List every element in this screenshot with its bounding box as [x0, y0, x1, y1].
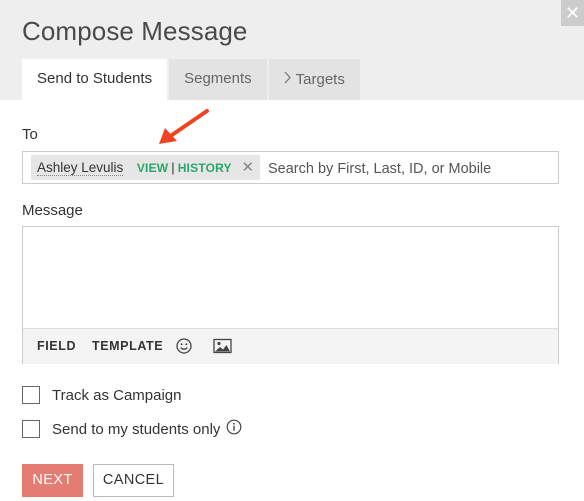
- recipient-name: Ashley Levulis: [37, 160, 124, 176]
- view-link[interactable]: VIEW: [137, 161, 168, 175]
- track-campaign-label: Track as Campaign: [52, 386, 182, 404]
- emoji-icon[interactable]: [176, 338, 192, 359]
- recipient-chip: Ashley Levulis VIEW | HISTORY ✕: [31, 155, 261, 180]
- field-button[interactable]: FIELD: [37, 329, 76, 364]
- tab-targets[interactable]: Targets: [268, 59, 360, 100]
- track-campaign-checkbox[interactable]: [22, 386, 40, 404]
- message-textarea[interactable]: [23, 227, 558, 327]
- annotation-arrow: [159, 109, 209, 144]
- dialog-title: Compose Message: [22, 16, 248, 46]
- template-button[interactable]: TEMPLATE: [92, 329, 163, 364]
- recipient-search-input[interactable]: [266, 154, 555, 183]
- remove-recipient-icon[interactable]: ✕: [242, 159, 255, 176]
- close-icon[interactable]: ✕: [561, 0, 584, 26]
- to-label: To: [22, 126, 38, 143]
- tab-label: Segments: [184, 70, 252, 87]
- my-students-only-label: Send to my students only: [52, 420, 221, 438]
- tab-segments[interactable]: Segments: [169, 59, 267, 100]
- my-students-only-option[interactable]: Send to my students only: [22, 419, 242, 439]
- link-separator: |: [171, 160, 175, 175]
- message-toolbar: FIELD TEMPLATE: [23, 328, 558, 364]
- tab-label: Targets: [295, 71, 345, 88]
- my-students-only-checkbox[interactable]: [22, 420, 40, 438]
- tab-bar: Send to Students Segments Targets: [22, 59, 362, 100]
- message-box: FIELD TEMPLATE: [22, 226, 559, 364]
- dialog-header: Compose Message ✕ Send to Students Segme…: [0, 0, 584, 100]
- info-icon[interactable]: [226, 419, 242, 440]
- history-link[interactable]: HISTORY: [178, 161, 232, 175]
- next-button[interactable]: NEXT: [22, 464, 83, 497]
- cancel-button[interactable]: CANCEL: [93, 464, 174, 497]
- message-label: Message: [22, 202, 83, 219]
- recipient-field[interactable]: Ashley Levulis VIEW | HISTORY ✕: [22, 151, 559, 184]
- tab-label: Send to Students: [37, 70, 153, 87]
- image-icon[interactable]: [213, 338, 232, 359]
- tab-send-to-students[interactable]: Send to Students: [22, 59, 168, 100]
- chevron-right-icon: [284, 59, 292, 99]
- track-campaign-option[interactable]: Track as Campaign: [22, 385, 182, 405]
